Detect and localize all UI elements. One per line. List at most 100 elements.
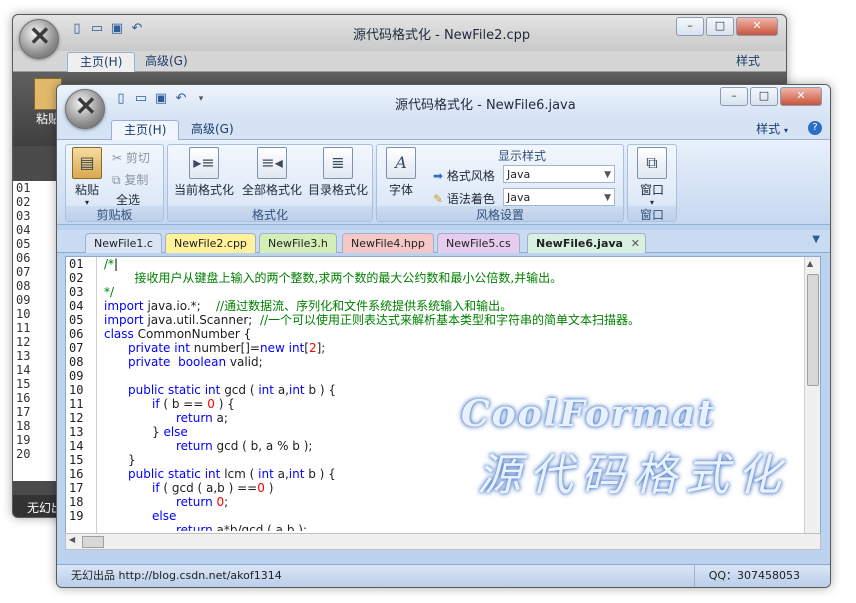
app-menu-orb-back[interactable]: ✕ <box>19 19 59 59</box>
style-menu[interactable]: 样式 ▾ <box>744 120 800 139</box>
code-text: gcd ( b, a % b ); <box>212 439 313 453</box>
window-controls: – □ ✕ <box>720 87 822 106</box>
line-number: 08 <box>69 355 84 369</box>
line-numbers: 01 02 03 04 05 06 07 08 09 10 11 12 13 14 15 16 17 18 19 <box>66 257 96 523</box>
line-number: 17 <box>69 481 84 495</box>
copy-button[interactable]: ⧉ 复制 <box>112 171 148 188</box>
code-text: valid; <box>226 355 263 369</box>
doc-tab-1[interactable]: NewFile1.c <box>85 233 162 253</box>
scissors-icon: ✂ <box>112 151 123 165</box>
line-number: 06 <box>69 327 84 341</box>
format-current-label: 当前格式化 <box>173 183 234 197</box>
number-literal: 2 <box>308 341 317 355</box>
scroll-up-icon[interactable]: ▲ <box>807 259 813 268</box>
tab-home[interactable]: 主页(H) <box>111 120 180 140</box>
format-directory-button[interactable]: ≣ 目录格式化 <box>305 147 371 198</box>
code-text: } <box>152 425 164 439</box>
format-current-button[interactable]: ▸≡ 当前格式化 <box>170 147 238 198</box>
format-all-button[interactable]: ≡◂ 全部格式化 <box>238 147 306 198</box>
doc-tab-6[interactable]: NewFile6.java ✕ <box>527 233 646 253</box>
line-number: 17 <box>16 405 31 419</box>
back-tab-home[interactable]: 主页(H) <box>67 52 136 72</box>
maximize-button[interactable]: □ <box>750 87 778 106</box>
code-line: import java.io.*; //通过数据流、序列化和文件系统提供系统输入… <box>104 299 640 313</box>
back-tab-advanced[interactable]: 高级(G) <box>133 52 200 71</box>
line-number: 16 <box>16 391 31 405</box>
format-style-label: ➡ 格式风格 <box>433 167 495 184</box>
back-editor-gutter: 01 02 03 04 05 06 07 08 09 10 11 12 13 14 15 16 17 18 19 20 <box>13 181 61 481</box>
code-text: lcm ( <box>220 467 259 481</box>
code-line: else <box>104 509 640 523</box>
undo-icon[interactable]: ↶ <box>173 91 189 107</box>
close-button[interactable]: ✕ <box>736 17 778 36</box>
format-style-value: Java <box>507 168 531 181</box>
keyword: else <box>163 425 188 439</box>
scroll-left-icon[interactable]: ◀ <box>69 535 75 544</box>
save-icon[interactable]: ▣ <box>153 91 169 107</box>
paste-icon: ▤ <box>72 147 102 179</box>
back-style-menu[interactable]: 样式 <box>724 52 772 71</box>
app-menu-orb[interactable]: ✕ <box>65 89 105 129</box>
format-style-select[interactable]: Java ▼ <box>503 165 615 183</box>
code-line: return a*b/gcd ( a,b ); <box>104 523 640 531</box>
chevron-down-icon: ▼ <box>604 170 611 180</box>
vertical-scrollbar[interactable]: ▲ <box>804 257 820 534</box>
new-file-icon[interactable]: ▯ <box>113 91 129 107</box>
syntax-color-select[interactable]: Java ▼ <box>503 188 615 206</box>
doc-tab-5[interactable]: NewFile5.cs <box>437 233 520 253</box>
clipboard-group-label: 剪贴板 <box>66 206 163 222</box>
code-text: gcd ( <box>220 383 259 397</box>
save-icon[interactable]: ▣ <box>109 21 125 37</box>
undo-icon[interactable]: ↶ <box>129 21 145 37</box>
line-number: 12 <box>16 335 31 349</box>
window-button-label: 窗口 <box>639 183 664 197</box>
line-number: 03 <box>16 209 31 223</box>
doc-tab-2[interactable]: NewFile2.cpp <box>165 233 256 253</box>
minimize-button[interactable]: – <box>720 87 748 106</box>
keyword: return <box>176 523 213 531</box>
code-text: java.util.Scanner; <box>143 313 253 327</box>
document-tabs: NewFile1.c NewFile2.cpp NewFile3.h NewFi… <box>57 230 830 253</box>
horizontal-scrollbar[interactable]: ◀ <box>65 533 821 550</box>
code-text: ) { <box>214 397 235 411</box>
cut-button[interactable]: ✂ 剪切 <box>112 149 150 166</box>
code-line: 接收用户从键盘上输入的两个整数,求两个数的最大公约数和最小公倍数,并输出。 <box>104 271 563 285</box>
keyword: int <box>288 341 305 355</box>
keyword: int <box>258 467 274 481</box>
code-text: ( b == <box>159 397 208 411</box>
font-button[interactable]: A 字体 <box>383 147 419 198</box>
style-settings-group-label: 风格设置 <box>377 206 623 222</box>
front-window: ✕ ▯ ▭ ▣ ↶ ▾ 源代码格式化 - NewFile6.java – □ ✕… <box>56 84 831 588</box>
paste-button[interactable]: ▤ 粘贴 ▾ <box>70 147 104 207</box>
code-text: b ) { <box>304 383 337 397</box>
vertical-scroll-thumb[interactable] <box>807 274 819 386</box>
copy-label: 复制 <box>124 173 149 187</box>
open-folder-icon[interactable]: ▭ <box>89 21 105 37</box>
keyword: if <box>152 481 160 495</box>
horizontal-scroll-thumb[interactable] <box>82 536 104 548</box>
line-number: 04 <box>69 299 84 313</box>
close-button[interactable]: ✕ <box>780 87 822 106</box>
line-number: 14 <box>69 439 84 453</box>
help-icon[interactable]: ? <box>808 121 822 135</box>
code-text: a, <box>273 467 289 481</box>
window-button[interactable]: ⧉ 窗口 ▾ <box>632 147 672 207</box>
keyword: int <box>204 467 221 481</box>
back-window-controls: – □ ✕ <box>676 17 778 36</box>
tab-advanced[interactable]: 高级(G) <box>179 120 246 139</box>
app-logo-icon: ✕ <box>75 92 97 122</box>
code-line: import java.util.Scanner; //一个可以使用正则表达式来… <box>104 313 640 327</box>
maximize-button[interactable]: □ <box>706 17 734 36</box>
minimize-button[interactable]: – <box>676 17 704 36</box>
doc-tab-4[interactable]: NewFile4.hpp <box>342 233 434 253</box>
status-right-text: QQ：307458053 <box>693 565 800 587</box>
keyword: import <box>104 299 144 313</box>
doc-tab-3[interactable]: NewFile3.h <box>259 233 337 253</box>
ribbon: ▤ 粘贴 ▾ ✂ 剪切 ⧉ 复制 全选 剪贴板 ▸≡ 当前格式化 ≡◂ 全部格式… <box>57 140 830 225</box>
new-file-icon[interactable]: ▯ <box>69 21 85 37</box>
close-tab-icon[interactable]: ✕ <box>631 234 640 253</box>
open-folder-icon[interactable]: ▭ <box>133 91 149 107</box>
back-line-numbers: 01 02 03 04 05 06 07 08 09 10 11 12 13 14 15 16 17 18 19 20 <box>13 181 61 461</box>
qat-dropdown-icon[interactable]: ▾ <box>193 91 209 107</box>
tab-list-dropdown-icon[interactable]: ▼ <box>812 234 820 245</box>
